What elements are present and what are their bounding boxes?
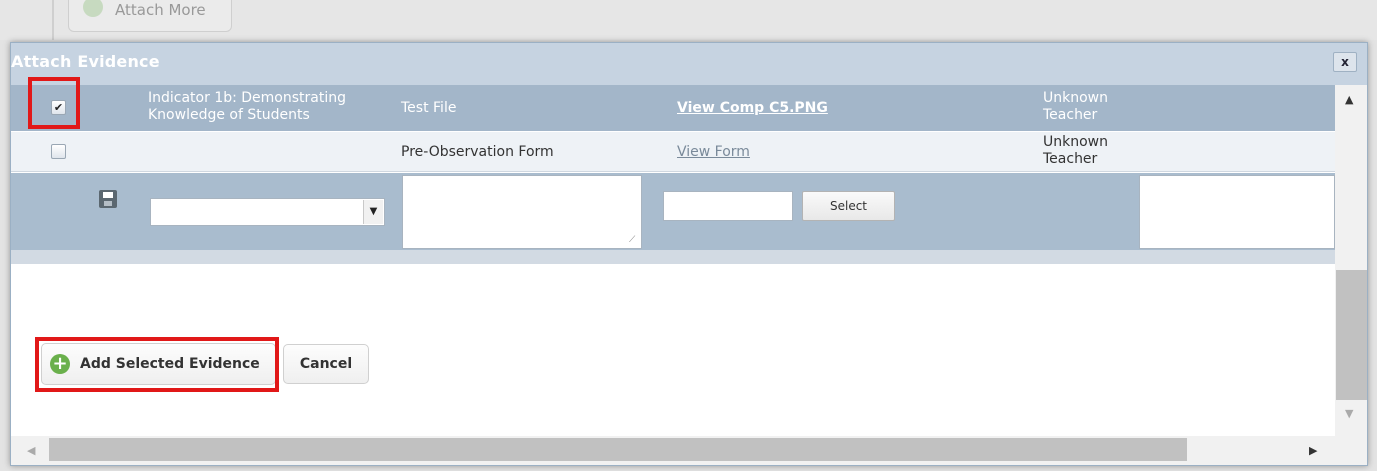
dialog-title: Attach Evidence [11, 52, 160, 71]
evidence-title: Pre-Observation Form [401, 144, 554, 160]
scroll-down-icon[interactable]: ▼ [1345, 407, 1353, 420]
owner-label: Unknown Teacher [1043, 90, 1108, 123]
notes-input[interactable] [1139, 175, 1335, 249]
table-footer-band [11, 250, 1335, 264]
close-icon: x [1341, 55, 1349, 69]
evidence-row[interactable]: Pre-Observation Form View Form Unknown T… [11, 132, 1335, 172]
view-file-link[interactable]: View Comp C5.PNG [677, 100, 828, 117]
dialog-titlebar: Attach Evidence x [11, 43, 1367, 85]
resize-grip-icon[interactable]: ⟋ [629, 235, 639, 245]
background-divider [52, 0, 54, 40]
evidence-title: Test File [401, 100, 457, 116]
indicator-select[interactable]: ▼ [150, 198, 385, 226]
new-evidence-row: ▼ ⟋ Select [11, 173, 1335, 250]
evidence-row-selected[interactable]: ✔ Indicator 1b: Demonstrating Knowledge … [11, 85, 1335, 131]
attach-more-label: Attach More [115, 1, 206, 19]
horizontal-scroll-thumb[interactable] [49, 438, 1187, 461]
scroll-right-icon[interactable]: ▶ [1309, 444, 1317, 457]
scroll-left-icon[interactable]: ◀ [27, 444, 35, 457]
add-button-highlight [35, 337, 279, 392]
select-file-button[interactable]: Select [802, 191, 895, 221]
file-name-input[interactable] [663, 191, 793, 221]
owner-label: Unknown Teacher [1043, 134, 1108, 167]
chevron-down-icon[interactable]: ▼ [363, 200, 383, 224]
attach-evidence-dialog: Attach Evidence x ✔ Indicator 1b: Demons… [10, 42, 1368, 466]
checkbox-highlight [28, 77, 80, 129]
cancel-button[interactable]: Cancel [283, 344, 369, 384]
view-form-link[interactable]: View Form [677, 144, 750, 161]
vertical-scroll-thumb[interactable] [1336, 270, 1367, 400]
floppy-disk-icon[interactable] [99, 190, 117, 208]
description-textarea[interactable] [402, 175, 642, 249]
scroll-up-icon[interactable]: ▲ [1345, 93, 1353, 106]
row-checkbox[interactable] [51, 144, 66, 159]
horizontal-scrollbar[interactable]: ◀ ▶ [11, 436, 1367, 465]
attach-more-button[interactable]: Attach More [68, 0, 232, 32]
vertical-scrollbar[interactable]: ▲ ▼ [1335, 85, 1367, 436]
plus-circle-icon [83, 0, 103, 17]
close-button[interactable]: x [1333, 52, 1357, 72]
dialog-content: ✔ Indicator 1b: Demonstrating Knowledge … [11, 77, 1367, 465]
indicator-label: Indicator 1b: Demonstrating Knowledge of… [148, 90, 347, 123]
